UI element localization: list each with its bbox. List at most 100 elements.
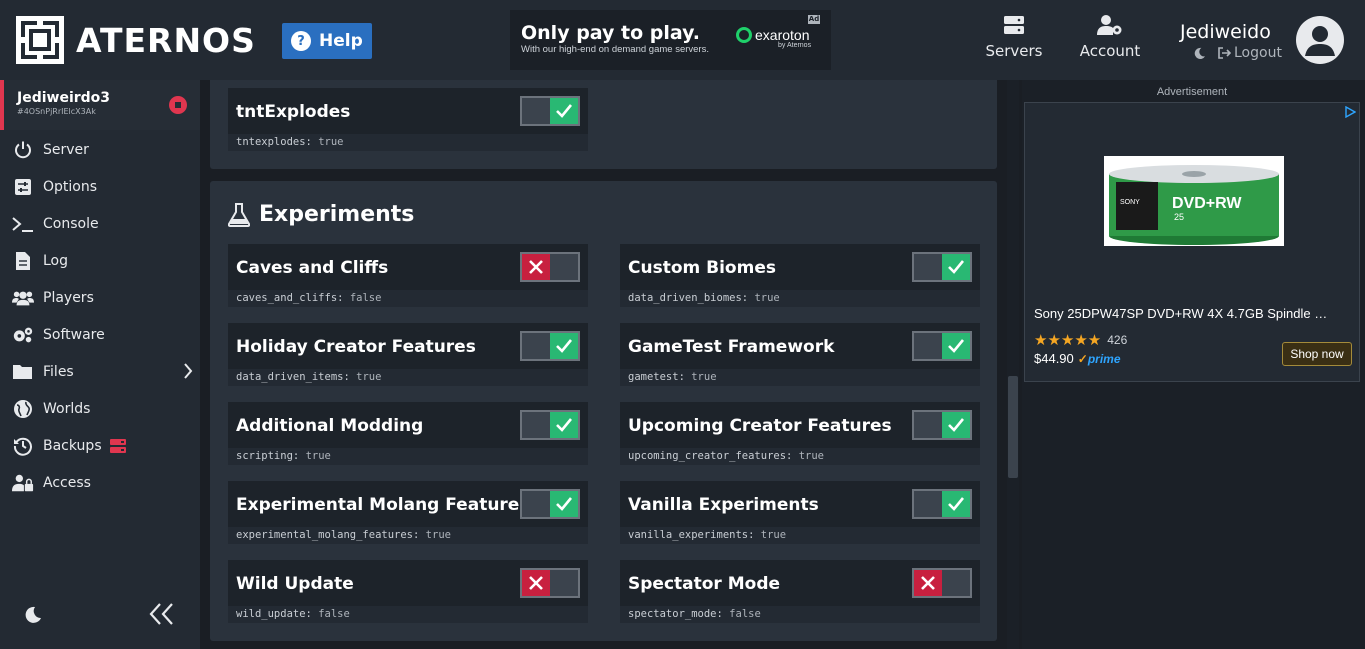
option-key-value: true <box>760 529 787 541</box>
option-header: Additional Modding <box>228 402 588 448</box>
product-image[interactable]: SONY DVD+RW 25 <box>1104 156 1284 246</box>
flask-icon <box>228 202 250 227</box>
option-toggle[interactable] <box>520 252 580 282</box>
server-stack-icon <box>1004 16 1024 34</box>
option-header: Spectator Mode <box>620 560 980 606</box>
option-key-name: experimental_molang_features <box>236 529 414 541</box>
option-toggle[interactable] <box>912 410 972 440</box>
option-toggle[interactable] <box>520 331 580 361</box>
option-toggle[interactable] <box>520 568 580 598</box>
exaroton-logo-icon <box>736 27 752 43</box>
sidebar-item-options[interactable]: Options <box>12 175 97 199</box>
option-toggle[interactable] <box>912 489 972 519</box>
check-icon <box>550 491 578 517</box>
user-lock-icon <box>12 472 34 494</box>
option-key: scripting: true <box>228 448 588 465</box>
x-icon <box>914 570 942 596</box>
x-icon <box>522 570 550 596</box>
option-label: Additional Modding <box>236 416 424 436</box>
sidebar-item-players[interactable]: Players <box>12 286 94 310</box>
check-icon <box>550 412 578 438</box>
shop-now-button[interactable]: Shop now <box>1282 342 1352 366</box>
help-question-icon: ? <box>291 31 311 51</box>
help-button[interactable]: ? Help <box>282 23 372 59</box>
sidebar: Jediweirdo3 #4OSnPjRrIElcX3Ak Server Opt… <box>0 80 200 649</box>
sidebar-item-label: Software <box>43 327 105 343</box>
option-toggle[interactable] <box>912 331 972 361</box>
avatar[interactable] <box>1296 16 1344 64</box>
sidebar-item-server[interactable]: Server <box>12 138 89 162</box>
option-header: Caves and Cliffs <box>228 244 588 290</box>
nav-account-label: Account <box>1079 42 1141 60</box>
option-key: gametest: true <box>620 369 980 386</box>
server-id: #4OSnPjRrIElcX3Ak <box>17 107 96 116</box>
sliders-icon <box>12 176 34 198</box>
option-key: wild_update: false <box>228 606 588 623</box>
nav-account[interactable]: Account <box>1077 14 1143 60</box>
backups-server-badge-icon <box>109 439 126 453</box>
option-toggle[interactable] <box>520 489 580 519</box>
option-key: spectator_mode: false <box>620 606 980 623</box>
option-header: tntExplodes <box>228 88 588 134</box>
prime-label: prime <box>1087 351 1121 366</box>
user-name: Jediweido <box>1180 21 1271 43</box>
option-toggle[interactable] <box>520 96 580 126</box>
option-key-value: true <box>356 371 382 383</box>
file-icon <box>12 250 34 272</box>
main-scrollbar-thumb[interactable] <box>1008 376 1018 478</box>
option-key: caves_and_cliffs: false <box>228 290 588 307</box>
sidebar-item-access[interactable]: Access <box>12 471 91 495</box>
option-custom-biomes: Custom Biomes data_driven_biomes: true <box>620 244 980 307</box>
server-name: Jediweirdo3 <box>17 90 111 106</box>
experiments-title: Experiments <box>259 202 415 227</box>
product-ad[interactable]: SONY DVD+RW 25 Sony 25DPW47SP DVD+RW 4X … <box>1024 102 1360 382</box>
option-key: upcoming_creator_features: true <box>620 448 980 465</box>
theme-moon-icon[interactable] <box>24 606 42 624</box>
sidebar-item-software[interactable]: Software <box>12 323 105 347</box>
option-toggle[interactable] <box>520 410 580 440</box>
exaroton-ad-banner[interactable]: Ad Only pay to play. With our high-end o… <box>510 10 831 70</box>
product-title[interactable]: Sony 25DPW47SP DVD+RW 4X 4.7GB Spindle P… <box>1034 306 1334 321</box>
option-key-name: spectator_mode <box>628 608 717 620</box>
option-key-name: data_driven_biomes <box>628 292 742 304</box>
option-key-name: caves_and_cliffs <box>236 292 338 304</box>
option-key-name: gametest <box>628 371 679 383</box>
logout-link[interactable]: Logout <box>1234 45 1282 61</box>
aternos-logo[interactable]: ATERNOS <box>16 16 256 64</box>
dark-mode-moon-icon[interactable] <box>1193 47 1206 60</box>
collapse-sidebar-icon[interactable] <box>148 602 176 626</box>
option-gametest-framework: GameTest Framework gametest: true <box>620 323 980 386</box>
help-label: Help <box>319 31 363 51</box>
check-icon <box>942 254 970 280</box>
option-header: Vanilla Experiments <box>620 481 980 527</box>
main-content: tntExplodes tntexplodes: true Experiment… <box>200 80 1020 649</box>
star-rating-icon: ★★★★★ <box>1034 331 1102 349</box>
server-selector[interactable]: Jediweirdo3 #4OSnPjRrIElcX3Ak <box>0 80 200 130</box>
option-key-value: false <box>349 292 382 304</box>
advertisement-label: Advertisement <box>1156 86 1228 98</box>
option-toggle[interactable] <box>912 252 972 282</box>
option-label: Wild Update <box>236 574 354 594</box>
check-icon <box>942 333 970 359</box>
option-label: GameTest Framework <box>628 337 835 357</box>
option-wild-update: Wild Update wild_update: false <box>228 560 588 623</box>
aternos-logo-icon <box>16 16 64 64</box>
nav-servers[interactable]: Servers <box>985 14 1043 60</box>
user-avatar-icon <box>1305 26 1335 56</box>
sidebar-item-log[interactable]: Log <box>12 249 68 273</box>
nav-servers-label: Servers <box>985 42 1043 60</box>
files-expand-chevron-icon[interactable] <box>183 363 193 379</box>
sidebar-item-worlds[interactable]: Worlds <box>12 397 90 421</box>
sidebar-item-console[interactable]: Console <box>12 212 99 236</box>
option-tntexplodes: tntExplodes tntexplodes: true <box>228 88 588 151</box>
review-count: 426 <box>1107 333 1128 347</box>
option-toggle[interactable] <box>912 568 972 598</box>
sidebar-item-label: Log <box>43 253 69 269</box>
sidebar-item-backups[interactable]: Backups <box>12 434 126 458</box>
main-scrollbar[interactable] <box>1007 80 1019 649</box>
sidebar-item-files[interactable]: Files <box>12 360 74 384</box>
adchoices-icon[interactable] <box>1344 106 1356 118</box>
option-key-name: data_driven_items <box>236 371 344 383</box>
option-holiday-creator-features: Holiday Creator Features data_driven_ite… <box>228 323 588 386</box>
gears-icon <box>12 324 34 346</box>
